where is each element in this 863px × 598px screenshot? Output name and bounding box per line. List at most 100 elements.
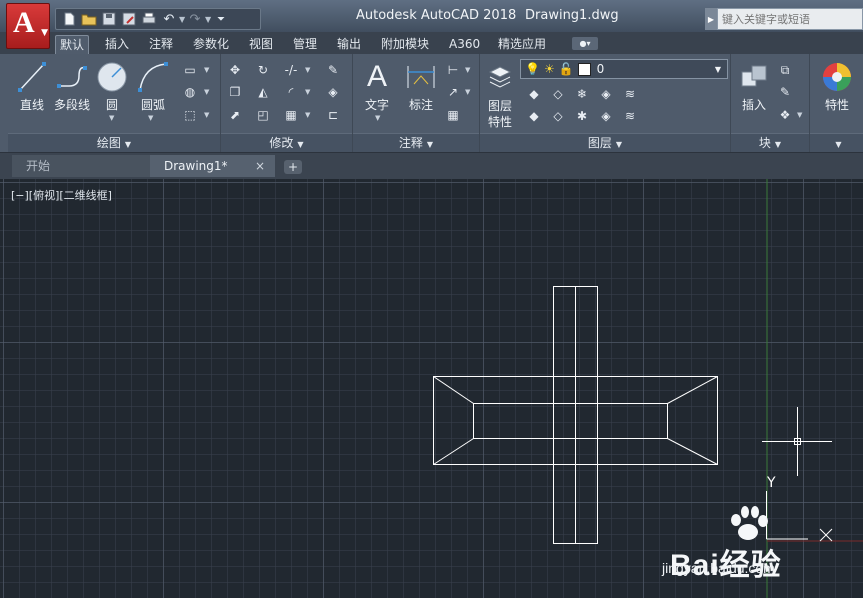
layer-unisolate-icon[interactable]: ◇ [548,106,568,126]
table-icon[interactable]: ▦ [443,105,463,125]
layers-panel-title: 图层 [587,136,612,150]
arc-button[interactable]: 圆弧 [132,58,174,113]
fillet-dropdown-icon[interactable]: ▼ [305,88,310,96]
create-block-icon[interactable]: ⧉ [775,60,795,80]
tab-featured-apps[interactable]: 精选应用 [494,35,550,54]
mirror-icon[interactable]: ◭ [253,82,273,102]
drawing-tab[interactable]: Drawing1* × [150,155,275,177]
array-dropdown-icon[interactable]: ▼ [305,111,310,119]
inner-rectangle[interactable] [473,403,668,439]
chevron-down-icon: ▼ [774,140,782,149]
rectangle-icon[interactable]: ▭ [180,60,200,80]
new-tab-button[interactable]: + [284,160,302,174]
tab-insert[interactable]: 插入 [101,35,133,54]
sun-icon: ☀ [543,62,555,76]
tab-view[interactable]: 视图 [245,35,277,54]
bevel-line-bl[interactable] [433,438,474,465]
boundary-icon[interactable]: ⬚ [180,105,200,125]
layer-on-icon[interactable]: ◆ [524,106,544,126]
linear-dim-icon[interactable]: ⊢ [443,60,463,80]
annotation-panel-title: 注释 [398,136,423,150]
lock-icon: 🔓 [558,62,574,76]
layer-thaw-icon[interactable]: ✱ [572,106,592,126]
layer-freeze-icon[interactable]: ❄ [572,84,592,104]
insert-button[interactable]: 插入 [733,58,775,113]
move-icon[interactable]: ✥ [225,60,245,80]
tab-manage[interactable]: 管理 [289,35,321,54]
offset-icon[interactable]: ⊏ [323,105,343,125]
bevel-line-tl[interactable] [433,376,474,404]
application-menu-button[interactable]: A ▼ [6,3,50,49]
layers-panel-label[interactable]: 图层 ▼ [480,133,730,152]
tab-default[interactable]: 默认 [55,35,90,55]
circle-dropdown-icon[interactable]: ▼ [109,114,114,122]
save-as-icon[interactable] [119,10,139,28]
redo-icon[interactable]: ↷ [185,10,205,28]
draw-panel-label[interactable]: 绘图 ▼ [8,133,220,152]
layer-copy-icon[interactable]: ≋ [620,106,640,126]
explode-icon[interactable]: ◈ [323,82,343,102]
tab-parametric[interactable]: 参数化 [189,35,233,54]
layer-properties-label-1: 图层 [487,99,512,113]
rotate-icon[interactable]: ↻ [253,60,273,80]
fillet-icon[interactable]: ◜ [281,82,301,102]
dimension-button[interactable]: 标注 [401,58,441,113]
scale-icon[interactable]: ◰ [253,105,273,125]
block-panel-label[interactable]: 块 ▼ [731,133,809,152]
erase-icon[interactable]: ✎ [323,60,343,80]
search-input[interactable] [717,8,863,30]
annotation-panel-label[interactable]: 注释 ▼ [353,133,479,152]
linear-dim-dropdown-icon[interactable]: ▼ [465,66,470,74]
ribbon-tab-bar: 默认 插入 注释 参数化 视图 管理 输出 附加模块 A360 精选应用 ●▾ [0,32,863,55]
open-folder-icon[interactable] [79,10,99,28]
stretch-icon[interactable]: ⬈ [225,105,245,125]
block-attributes-icon[interactable]: ❖ [775,105,795,125]
line-button[interactable]: 直线 [12,58,52,113]
copy-icon[interactable]: ❐ [225,82,245,102]
ribbon-more-button[interactable]: ●▾ [572,37,598,50]
layer-properties-button[interactable]: 图层 特性 [482,58,518,130]
leader-dropdown-icon[interactable]: ▼ [465,88,470,96]
polyline-button[interactable]: 多段线 [50,58,94,113]
leader-icon[interactable]: ↗ [443,82,463,102]
text-button[interactable]: A 文字 [359,58,395,113]
circle-button[interactable]: 圆 [94,58,130,113]
layer-match-icon[interactable]: ≋ [620,84,640,104]
layer-unlock-icon[interactable]: ◈ [596,106,616,126]
boundary-dropdown-icon[interactable]: ▼ [204,111,209,119]
new-file-icon[interactable] [59,10,79,28]
close-tab-icon[interactable]: × [255,155,265,177]
search-expand-icon[interactable]: ▶ [705,8,717,30]
chevron-down-icon: ▼ [41,28,48,38]
trim-dropdown-icon[interactable]: ▼ [305,66,310,74]
arc-dropdown-icon[interactable]: ▼ [148,114,153,122]
text-dropdown-icon[interactable]: ▼ [375,114,380,122]
bevel-line-tr[interactable] [667,376,718,404]
rectangle-dropdown-icon[interactable]: ▼ [204,66,209,74]
properties-panel-expander[interactable]: ▼ [810,133,863,152]
bevel-line-br[interactable] [667,438,718,465]
start-tab[interactable]: 开始 [12,155,152,177]
plot-icon[interactable] [139,10,159,28]
tab-annotate[interactable]: 注释 [145,35,177,54]
layer-isolate-icon[interactable]: ◇ [548,84,568,104]
save-icon[interactable] [99,10,119,28]
tab-a360[interactable]: A360 [445,35,484,54]
customize-toolbar-icon[interactable]: ⏷ [211,10,231,28]
trim-icon[interactable]: -/- [281,60,301,80]
tab-addins[interactable]: 附加模块 [377,35,433,54]
annotation-panel: A 文字 ▼ 标注 ⊢ ▼ ↗ ▼ ▦ 注释 ▼ [353,54,480,152]
hatch-dropdown-icon[interactable]: ▼ [204,88,209,96]
modify-panel-label[interactable]: 修改 ▼ [221,133,352,152]
layer-dropdown[interactable]: 💡 ☀ 🔓 0 ▼ [520,59,728,79]
hatch-icon[interactable]: ◍ [180,82,200,102]
app-title: Autodesk AutoCAD 2018 [356,8,517,23]
tab-output[interactable]: 输出 [333,35,365,54]
layer-lock-icon[interactable]: ◈ [596,84,616,104]
layer-off-icon[interactable]: ◆ [524,84,544,104]
properties-button[interactable]: 特性 [814,58,860,113]
attributes-dropdown-icon[interactable]: ▼ [797,111,802,119]
edit-block-icon[interactable]: ✎ [775,82,795,102]
undo-icon[interactable]: ↶ [159,10,179,28]
array-icon[interactable]: ▦ [281,105,301,125]
